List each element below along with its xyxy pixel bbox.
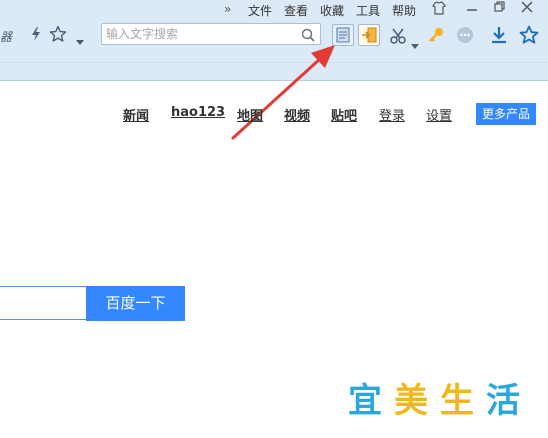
key-icon[interactable] bbox=[428, 26, 446, 48]
exit-fullscreen-button[interactable] bbox=[358, 24, 380, 46]
star-favorite-icon[interactable] bbox=[49, 25, 67, 47]
watermark-char: 美 bbox=[394, 381, 428, 421]
nav-hao123[interactable]: hao123 bbox=[171, 105, 225, 120]
favorites-star-icon[interactable] bbox=[519, 25, 539, 49]
menu-help[interactable]: 帮助 bbox=[392, 2, 416, 19]
menu-view[interactable]: 查看 bbox=[284, 2, 308, 19]
restore-icon[interactable] bbox=[494, 1, 506, 16]
exit-icon bbox=[362, 27, 377, 43]
lightning-icon[interactable] bbox=[30, 26, 42, 46]
menu-overflow-button[interactable]: » bbox=[224, 2, 231, 16]
watermark-char: 活 bbox=[486, 381, 520, 421]
more-options-icon[interactable] bbox=[456, 26, 474, 48]
main-search-input[interactable] bbox=[0, 286, 86, 320]
nav-news[interactable]: 新闻 bbox=[123, 105, 149, 124]
browser-name-label: 器 bbox=[0, 30, 12, 44]
annotation-arrow bbox=[231, 45, 335, 140]
nav-login[interactable]: 登录 bbox=[379, 105, 405, 124]
baidu-search-button[interactable]: 百度一下 bbox=[86, 286, 185, 321]
nav-tieba[interactable]: 贴吧 bbox=[331, 105, 357, 124]
menu-file[interactable]: 文件 bbox=[248, 2, 272, 19]
menu-tools[interactable]: 工具 bbox=[356, 2, 380, 19]
scissors-dropdown-icon[interactable] bbox=[411, 35, 419, 54]
nav-video[interactable]: 视频 bbox=[284, 105, 310, 124]
nav-map[interactable]: 地图 bbox=[237, 105, 263, 124]
minimize-icon[interactable] bbox=[466, 0, 478, 17]
menu-favorites[interactable]: 收藏 bbox=[320, 2, 344, 19]
skin-icon[interactable] bbox=[432, 1, 446, 18]
watermark-char: 生 bbox=[440, 381, 474, 421]
more-products-button[interactable]: 更多产品 bbox=[476, 103, 536, 125]
scissors-icon[interactable] bbox=[390, 27, 408, 49]
menu-bar: » 文件 查看 收藏 工具 帮助 bbox=[0, 0, 548, 20]
nav-settings[interactable]: 设置 bbox=[426, 105, 452, 124]
chevron-down-icon[interactable] bbox=[76, 31, 84, 50]
watermark-char: 宜 bbox=[348, 381, 382, 421]
close-icon[interactable] bbox=[521, 1, 533, 16]
download-icon[interactable] bbox=[490, 25, 508, 49]
